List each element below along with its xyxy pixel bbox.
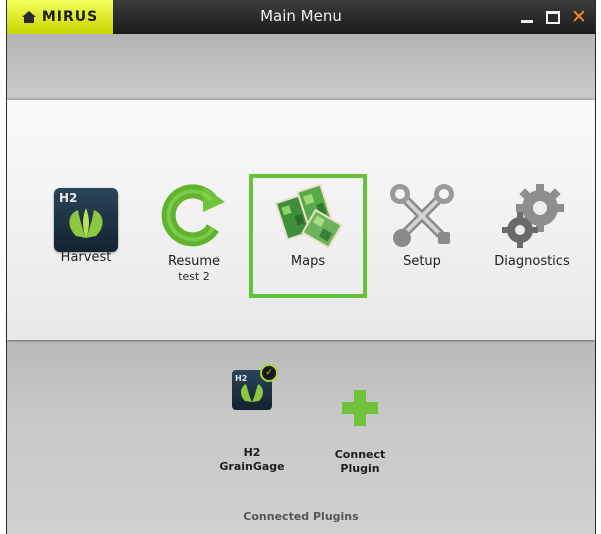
plugin-h2-graingage[interactable]: H2 ✓ H2 GrainGage	[217, 364, 287, 474]
menu-item-resume[interactable]: Resume test 2	[139, 178, 249, 283]
plus-icon	[340, 388, 380, 428]
maps-label: Maps	[290, 254, 326, 269]
tools-icon	[390, 184, 454, 247]
menu-item-harvest[interactable]: H2 Harvest	[31, 178, 141, 265]
h2-harvest-icon: H2	[54, 188, 118, 252]
setup-label: Setup	[403, 254, 441, 269]
maximize-icon[interactable]	[545, 9, 561, 25]
plugin-line2: GrainGage	[219, 460, 285, 473]
plugin-h2-graingage-label: H2 GrainGage	[217, 446, 287, 474]
diagnostics-label: Diagnostics	[494, 254, 570, 269]
menu-item-diagnostics[interactable]: Diagnostics	[477, 178, 587, 269]
resume-sublabel: test 2	[178, 270, 210, 283]
close-icon[interactable]: ✕	[571, 6, 587, 28]
main-menu-window: MIRUS Main Menu ✕ H2 Harvest Resume test…	[6, 0, 596, 534]
resume-arrow-icon	[161, 184, 225, 247]
plugin-connect-label: Connect Plugin	[325, 448, 395, 476]
plugins-band: H2 ✓ H2 GrainGage Connect Plugin Connect…	[7, 342, 595, 534]
top-band	[7, 34, 595, 100]
harvest-label: Harvest	[60, 250, 112, 265]
plugin-line1: Connect	[334, 448, 386, 461]
maps-icon	[274, 183, 343, 250]
h2-graingage-icon: H2 ✓	[232, 364, 278, 410]
resume-label: Resume	[167, 254, 221, 269]
window-title: Main Menu	[260, 7, 342, 25]
plugin-line2: Plugin	[340, 462, 380, 475]
plugin-line1: H2	[243, 446, 261, 459]
menu-item-maps[interactable]: Maps	[253, 178, 363, 269]
window-controls: ✕	[519, 0, 587, 34]
connected-check-icon: ✓	[260, 364, 278, 382]
connected-plugins-caption: Connected Plugins	[243, 510, 359, 523]
plugin-connect[interactable]: Connect Plugin	[325, 388, 395, 476]
gears-icon	[502, 184, 564, 248]
title-bar: MIRUS Main Menu ✕	[7, 0, 595, 34]
menu-item-setup[interactable]: Setup	[367, 178, 477, 269]
main-menu-band: H2 Harvest Resume test 2 Maps Setup Diag…	[7, 100, 595, 340]
minimize-icon[interactable]	[519, 9, 535, 25]
